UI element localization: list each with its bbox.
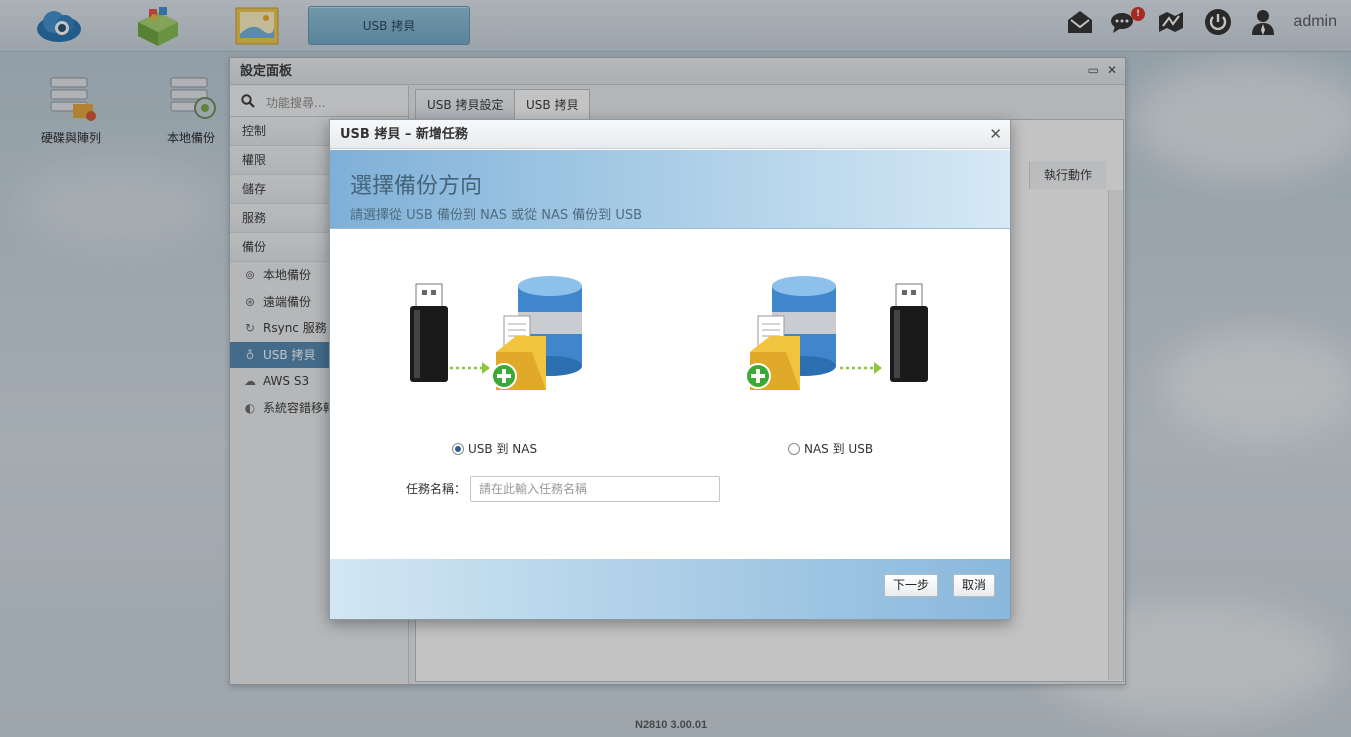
nas-to-usb-illustration[interactable] [742,272,942,402]
task-name-input[interactable] [470,476,720,502]
usb-copy-new-task-dialog: USB 拷貝 – 新增任務 ✕ 選擇備份方向 請選擇從 USB 備份到 NAS … [329,119,1011,620]
close-icon[interactable]: ✕ [989,125,1002,143]
dialog-footer: 下一步 取消 [330,559,1010,619]
radio-nas-to-usb[interactable] [788,443,800,455]
usb-to-nas-illustration[interactable] [408,272,608,402]
dialog-heading: 選擇備份方向 [350,174,483,199]
option-usb-to-nas[interactable]: USB 到 NAS [452,440,537,457]
dialog-title: USB 拷貝 – 新增任務 [330,120,1010,149]
next-button[interactable]: 下一步 [884,574,939,597]
radio-usb-to-nas[interactable] [452,443,464,455]
task-name-label: 任務名稱： [406,482,467,496]
dialog-subheading: 請選擇從 USB 備份到 NAS 或從 NAS 備份到 USB [350,208,643,223]
option-label: NAS 到 USB [804,442,874,456]
dialog-header-banner: 選擇備份方向 請選擇從 USB 備份到 NAS 或從 NAS 備份到 USB [330,150,1010,229]
option-nas-to-usb[interactable]: NAS 到 USB [788,440,873,457]
cancel-button[interactable]: 取消 [953,574,996,597]
option-label: USB 到 NAS [468,442,538,456]
